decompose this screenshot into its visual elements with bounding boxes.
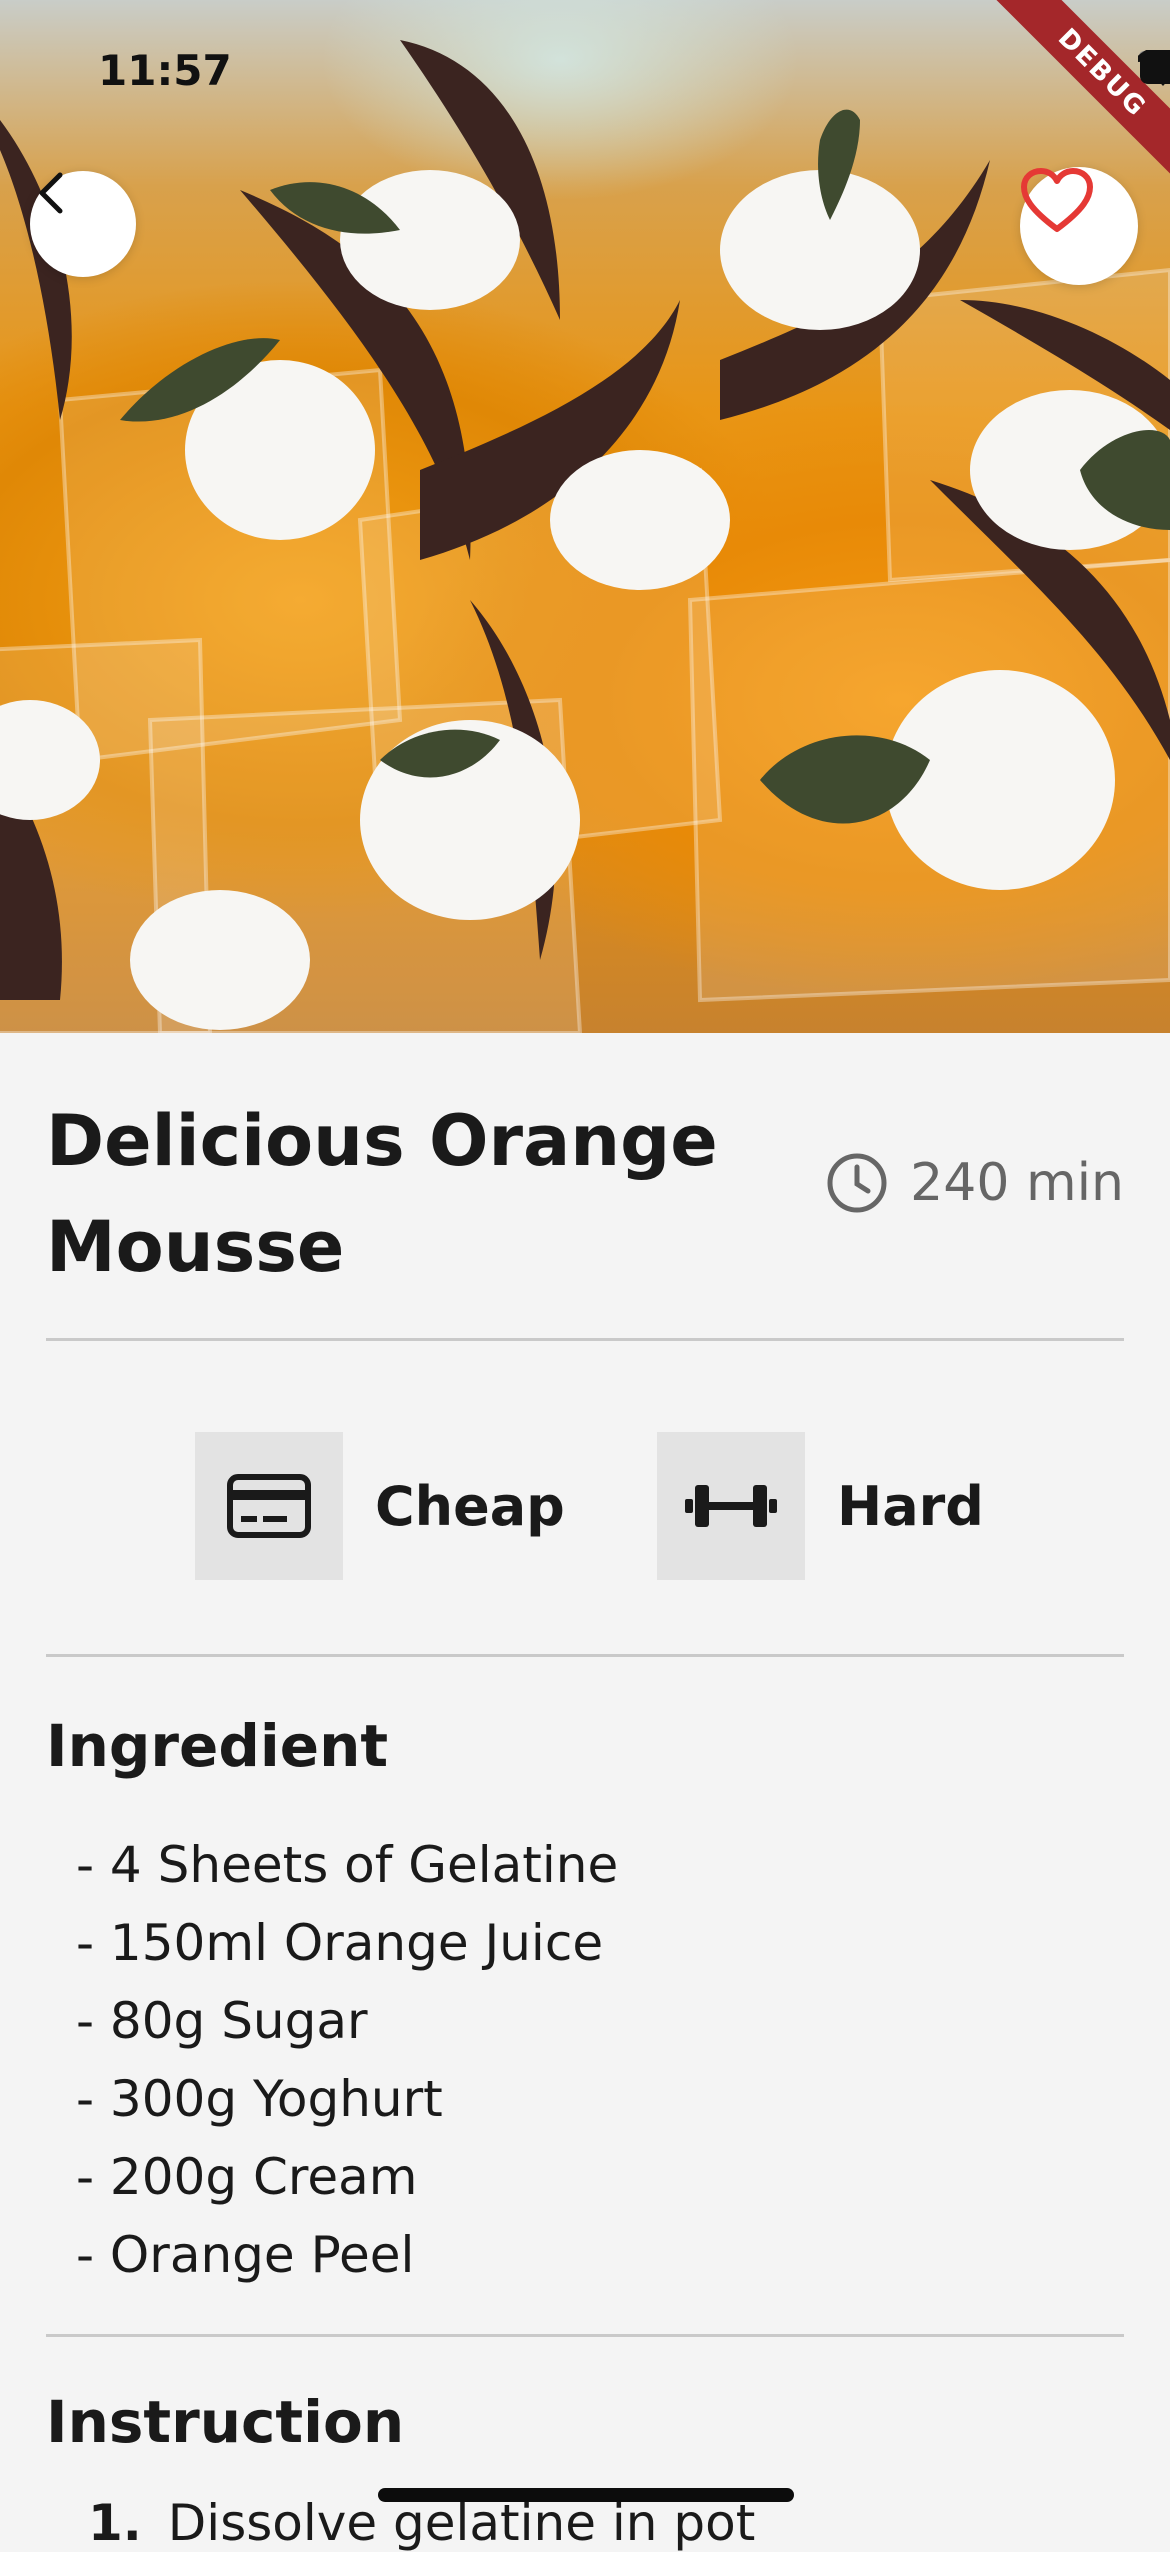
complexity-label: Hard	[837, 1474, 984, 1538]
meal-title: Delicious Orange Mousse	[46, 1100, 718, 1288]
list-item: - Orange Peel	[76, 2226, 415, 2284]
list-item: - 200g Cream	[76, 2148, 418, 2206]
favorite-button[interactable]	[1020, 167, 1138, 285]
home-indicator[interactable]	[378, 2488, 794, 2502]
ingredients-heading: Ingredient	[46, 1712, 389, 1780]
instruction-step: 1. Dissolve gelatine in pot	[88, 2494, 755, 2552]
instructions-heading: Instruction	[46, 2388, 405, 2456]
list-item: - 80g Sugar	[76, 1992, 368, 2050]
credit-card-icon	[227, 1474, 311, 1538]
step-text: Dissolve gelatine in pot	[167, 2494, 756, 2552]
dessert-illustration	[0, 40, 1170, 1033]
divider	[46, 2334, 1124, 2337]
battery-icon	[1140, 52, 1170, 84]
heart-outline-icon	[1021, 168, 1093, 232]
meal-duration: 240 min	[826, 1152, 1124, 1214]
complexity-chip: Hard	[657, 1432, 984, 1580]
divider	[46, 1654, 1124, 1657]
list-item: - 300g Yoghurt	[76, 2070, 443, 2128]
duration-label: 240 min	[910, 1153, 1124, 1213]
chevron-left-icon	[39, 172, 63, 214]
back-button[interactable]	[30, 171, 136, 277]
ingredients-list: - 4 Sheets of Gelatine - 150ml Orange Ju…	[76, 1826, 618, 2294]
meal-hero-image: DEBUG 11:57	[0, 0, 1170, 1033]
affordability-chip: Cheap	[195, 1432, 565, 1580]
list-item: - 4 Sheets of Gelatine	[76, 1836, 619, 1894]
clock-icon	[827, 1153, 887, 1213]
divider	[46, 1338, 1124, 1341]
affordability-label: Cheap	[375, 1474, 565, 1538]
complexity-icon-box	[657, 1432, 805, 1580]
step-number: 1.	[88, 2494, 142, 2552]
list-item: - 150ml Orange Juice	[76, 1914, 604, 1972]
affordability-icon-box	[195, 1432, 343, 1580]
status-bar-time: 11:57	[98, 46, 232, 95]
dumbbell-icon	[685, 1485, 777, 1527]
